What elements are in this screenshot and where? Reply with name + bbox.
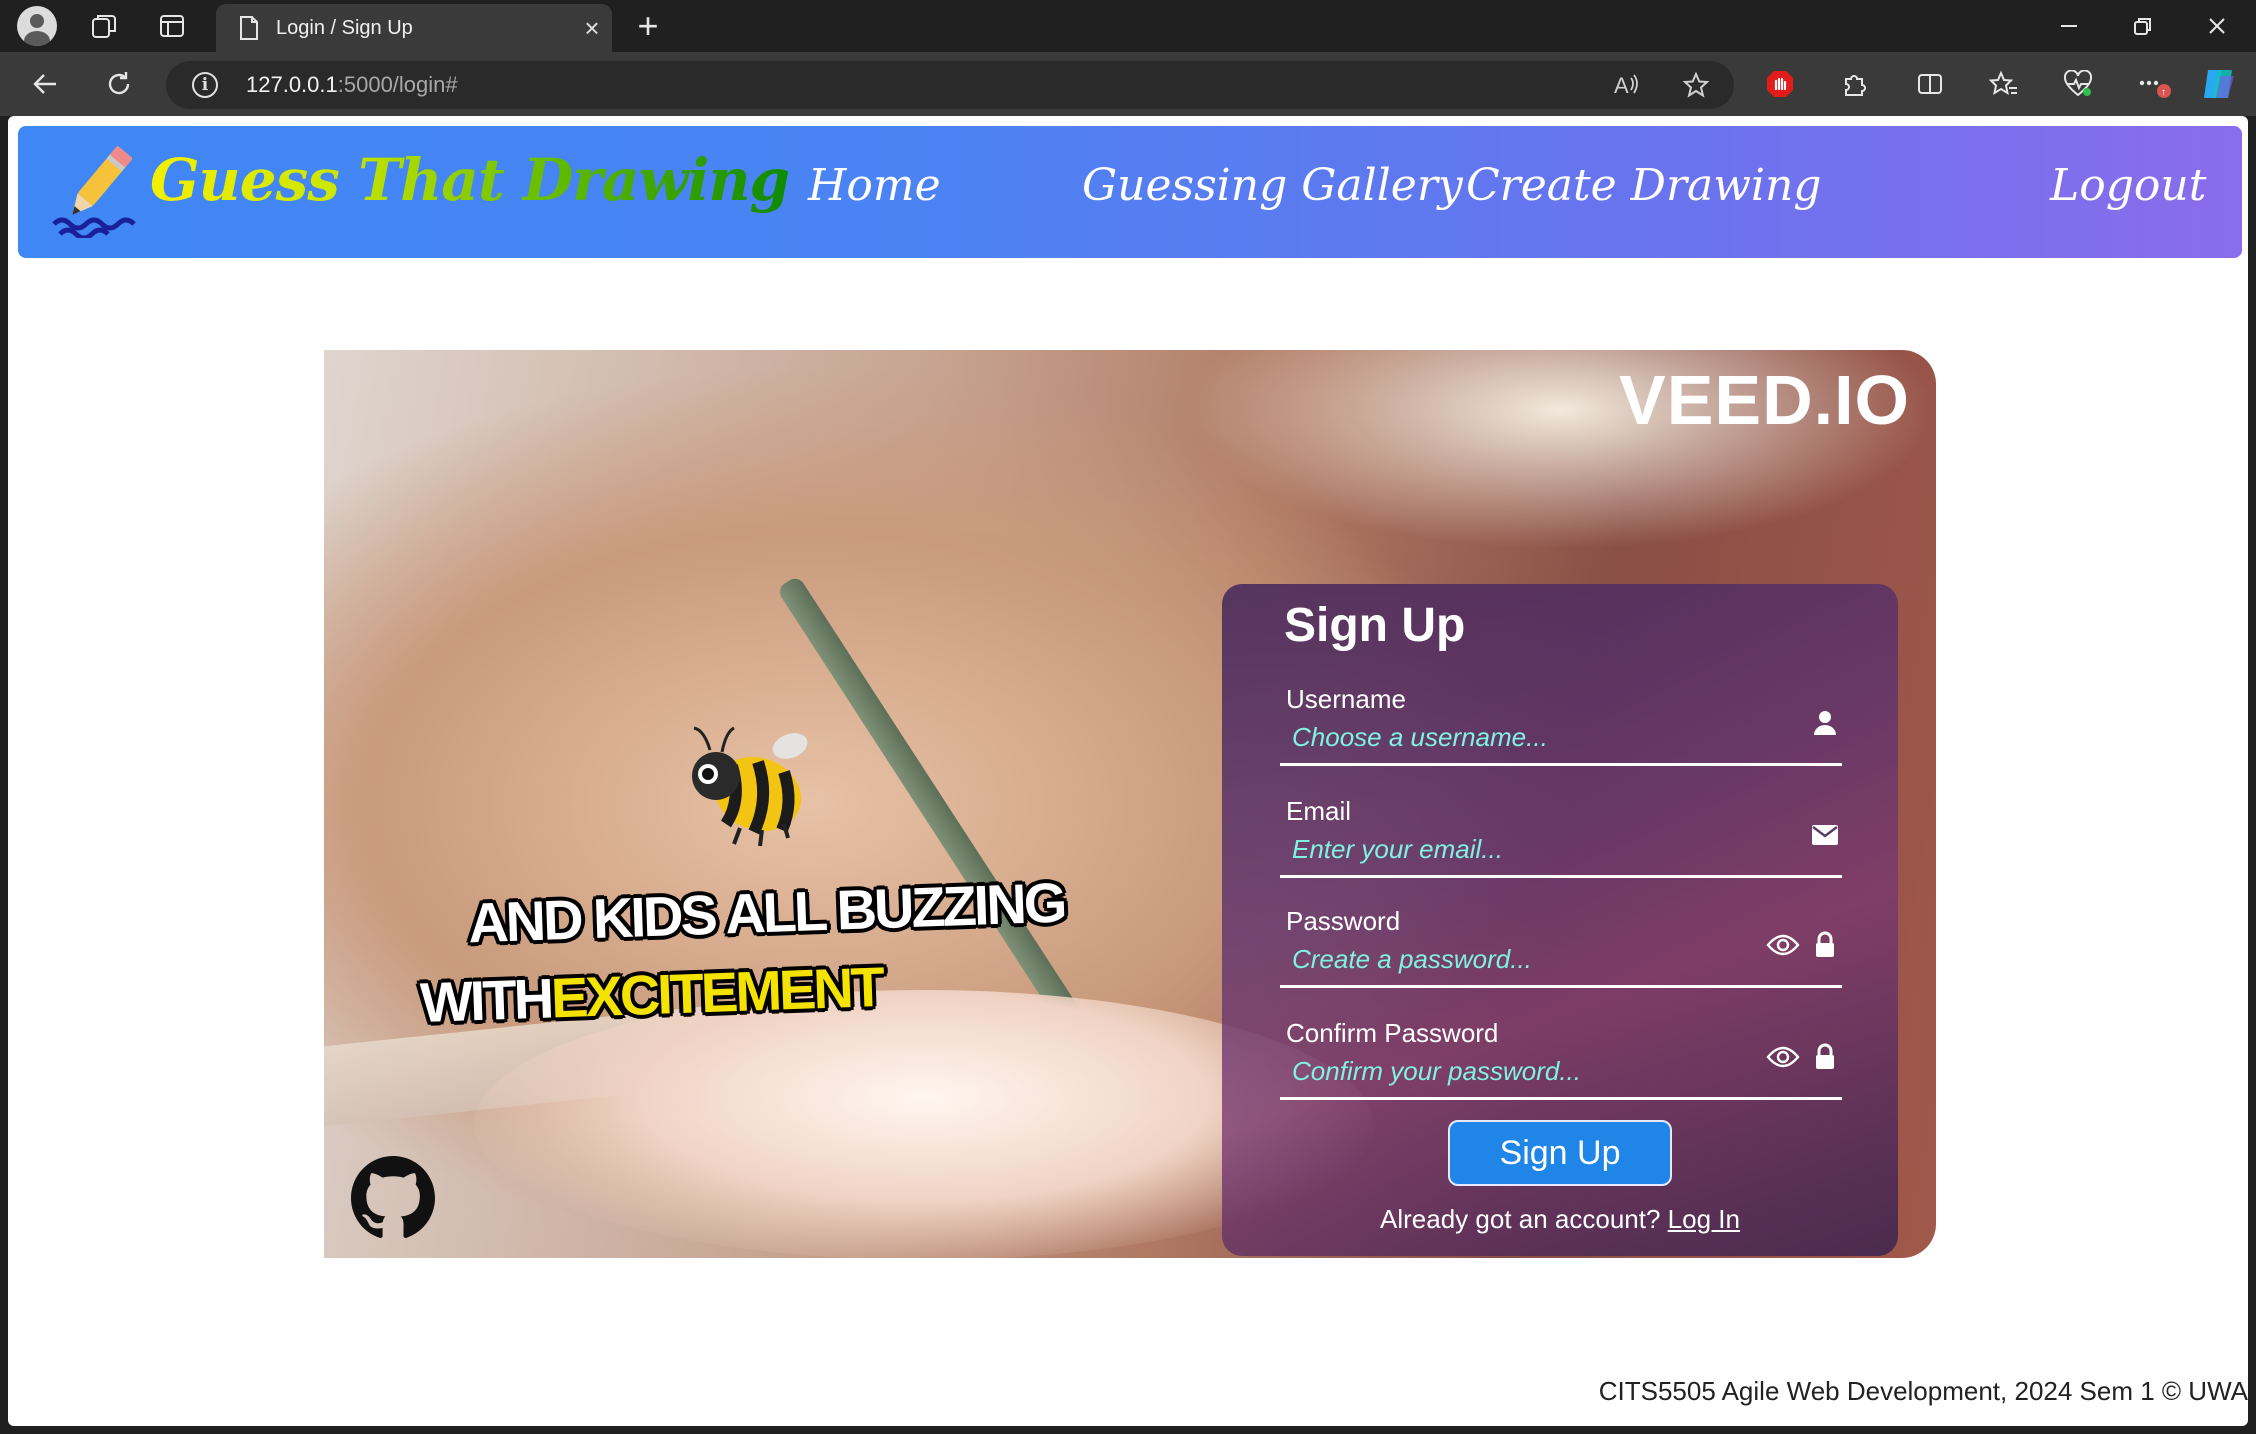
lock-icon (1808, 928, 1842, 962)
password-label: Password (1286, 906, 1401, 936)
split-screen-icon[interactable] (1912, 52, 1948, 116)
email-label: Email (1286, 796, 1352, 826)
restore-icon[interactable] (2118, 0, 2168, 52)
profile-button[interactable] (16, 0, 58, 52)
password-input[interactable] (1292, 942, 1732, 976)
new-tab-icon[interactable]: + (628, 0, 668, 52)
login-prompt: Already got an account? Log In (1222, 1204, 1898, 1235)
password-field: Password (1280, 906, 1842, 988)
email-input[interactable] (1292, 832, 1732, 866)
close-window-icon[interactable] (2192, 0, 2242, 52)
workspaces-icon (92, 15, 116, 38)
nav-guessing-gallery-link[interactable]: Guessing Gallery (1082, 160, 1463, 211)
favorites-icon[interactable] (1986, 52, 2022, 116)
adblock-extension-icon[interactable] (1762, 52, 1798, 116)
username-label: Username (1286, 684, 1406, 714)
confirm-password-field: Confirm Password (1280, 1018, 1842, 1100)
username-input[interactable] (1292, 720, 1732, 754)
nav-home-link[interactable]: Home (808, 160, 941, 211)
video-caption-line-1: AND KIDS ALL BUZZING (467, 870, 1066, 955)
signup-form: Sign Up Username Email Password (1222, 584, 1898, 1256)
extensions-icon[interactable] (1836, 52, 1872, 116)
pencil-logo-icon[interactable] (50, 146, 138, 238)
workspaces-button[interactable] (84, 0, 124, 52)
active-tab[interactable]: Login / Sign Up × (216, 4, 612, 52)
email-field: Email (1280, 796, 1842, 878)
show-password-eye-icon[interactable] (1766, 928, 1800, 962)
tab-actions-button[interactable] (152, 0, 192, 52)
sign-up-button[interactable]: Sign Up (1448, 1120, 1672, 1186)
log-in-link[interactable]: Log In (1668, 1204, 1740, 1234)
page-document-icon (232, 15, 266, 41)
page-footer: CITS5505 Agile Web Development, 2024 Sem… (1598, 1376, 2248, 1406)
tab-title: Login / Sign Up (276, 16, 413, 39)
svg-text:A: A (1614, 73, 1629, 98)
form-title: Sign Up (1284, 599, 1466, 652)
read-aloud-icon[interactable]: A (1606, 61, 1646, 109)
svg-text:↑: ↑ (2161, 87, 2166, 98)
close-tab-icon[interactable]: × (572, 13, 612, 44)
login-prompt-text: Already got an account? (1380, 1204, 1661, 1234)
lock-icon (1808, 1040, 1842, 1074)
refresh-icon[interactable] (98, 52, 140, 116)
back-icon[interactable] (24, 52, 66, 116)
profile-avatar-icon (17, 6, 57, 46)
url-text[interactable]: 127.0.0.1:5000/login# (246, 72, 458, 98)
site-info-icon[interactable]: i (192, 72, 218, 98)
tab-actions-icon (160, 15, 184, 37)
github-icon[interactable] (351, 1156, 435, 1240)
more-options-icon[interactable]: ↑ (2134, 52, 2174, 116)
brand-title[interactable]: Guess That Drawing (150, 146, 790, 214)
confirm-password-input[interactable] (1292, 1054, 1732, 1088)
show-confirm-password-eye-icon[interactable] (1766, 1040, 1800, 1074)
address-bar[interactable]: i 127.0.0.1:5000/login# A (166, 61, 1734, 109)
bee-sticker-icon (692, 726, 808, 847)
confirm-password-label: Confirm Password (1286, 1018, 1499, 1048)
nav-create-drawing-link[interactable]: Create Drawing (1466, 160, 1821, 211)
envelope-icon (1808, 818, 1842, 852)
site-navbar: Guess That Drawing Home Guessing Gallery… (18, 126, 2242, 258)
copilot-icon[interactable] (2198, 52, 2242, 116)
nav-logout-link[interactable]: Logout (2050, 160, 2206, 211)
user-icon (1808, 706, 1842, 740)
browser-tab-bar: Login / Sign Up × + (0, 0, 2256, 52)
favorite-star-icon[interactable] (1676, 61, 1716, 109)
username-field: Username (1280, 684, 1842, 766)
browser-essentials-icon[interactable] (2060, 52, 2096, 116)
minimize-icon[interactable] (2044, 0, 2094, 52)
browser-toolbar: i 127.0.0.1:5000/login# A ↑ (0, 52, 2256, 116)
page-viewport: Guess That Drawing Home Guessing Gallery… (8, 116, 2248, 1426)
veed-watermark: VEED.IO (1619, 361, 1910, 439)
